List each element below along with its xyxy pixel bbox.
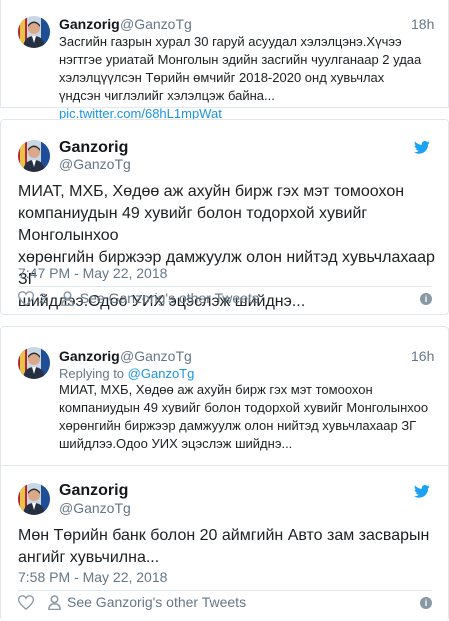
person-icon[interactable] — [60, 290, 74, 306]
see-other-tweets-link[interactable]: See Ganzorig's other Tweets — [67, 594, 246, 610]
author-handle[interactable]: @GanzoTg — [120, 16, 192, 32]
tweet-time[interactable]: 16h — [411, 348, 434, 364]
tweet-line: МИАТ, МХБ, Хөдөө аж ахуйн бирж гэх мэт т… — [18, 183, 405, 200]
avatar[interactable] — [18, 347, 50, 379]
author-name[interactable]: Ganzorig — [59, 482, 128, 500]
author-handle[interactable]: @GanzoTg — [120, 348, 192, 364]
tweet-actions: See Ganzorig's other Tweets — [18, 594, 246, 610]
tweet-line: Мөн Төрийн банк болон 20 аймгийн Авто за… — [18, 527, 430, 544]
embedded-tweet-thread[interactable]: Ganzorig @GanzoTg 16h Replying to @Ganzo… — [0, 326, 449, 621]
author-name[interactable]: Ganzorig — [59, 348, 120, 364]
see-other-tweets-link[interactable]: See Ganzorig's other Tweets — [80, 290, 259, 306]
tweet-text: Засгийн газрын хурал 30 гаруй асуудал хэ… — [59, 33, 429, 123]
tweet-timestamp[interactable]: 7:58 PM - May 22, 2018 — [18, 569, 167, 585]
divider — [1, 465, 449, 466]
replying-handle[interactable]: @GanzoTg — [128, 366, 195, 381]
twitter-bird-icon[interactable] — [414, 139, 430, 155]
tweet-line: ангийг хувьчилна... — [18, 549, 160, 566]
divider — [18, 286, 432, 287]
like-count[interactable]: 2 — [39, 290, 47, 306]
avatar[interactable] — [18, 16, 50, 48]
tweet-text: Мөн Төрийн банк болон 20 аймгийн Авто за… — [18, 525, 438, 569]
info-icon[interactable]: i — [420, 597, 432, 609]
tweet-timestamp[interactable]: 7:47 PM - May 22, 2018 — [18, 265, 167, 281]
author-name[interactable]: Ganzorig — [59, 139, 128, 157]
tweet-body: Засгийн газрын хурал 30 гаруй асуудал хэ… — [59, 34, 422, 103]
embedded-tweet[interactable]: Ganzorig @GanzoTg МИАТ, МХБ, Хөдөө аж ах… — [0, 119, 449, 315]
replying-label: Replying to — [59, 366, 125, 381]
twitter-bird-icon[interactable] — [414, 483, 430, 499]
heart-icon[interactable] — [18, 594, 34, 610]
divider — [18, 590, 432, 591]
tweet-time[interactable]: 18h — [411, 16, 434, 32]
replying-to: Replying to @GanzoTg — [59, 366, 194, 381]
person-icon[interactable] — [48, 594, 61, 610]
author-handle[interactable]: @GanzoTg — [59, 500, 131, 516]
author-name[interactable]: Ganzorig — [59, 16, 120, 32]
reply-tweet-card[interactable]: Ganzorig @GanzoTg 18h Засгийн газрын хур… — [0, 0, 449, 121]
avatar[interactable] — [18, 140, 50, 172]
heart-icon[interactable] — [18, 290, 34, 306]
author-handle[interactable]: @GanzoTg — [59, 156, 131, 172]
avatar[interactable] — [18, 483, 50, 515]
tweet-line: компаниудын 49 хувийг болон тодорхой хув… — [18, 205, 368, 244]
tweet-actions: 2 See Ganzorig's other Tweets — [18, 290, 259, 306]
tweet-text: МИАТ, МХБ, Хөдөө аж ахуйн бирж гэх мэт т… — [59, 382, 429, 451]
info-icon[interactable]: i — [420, 293, 432, 305]
